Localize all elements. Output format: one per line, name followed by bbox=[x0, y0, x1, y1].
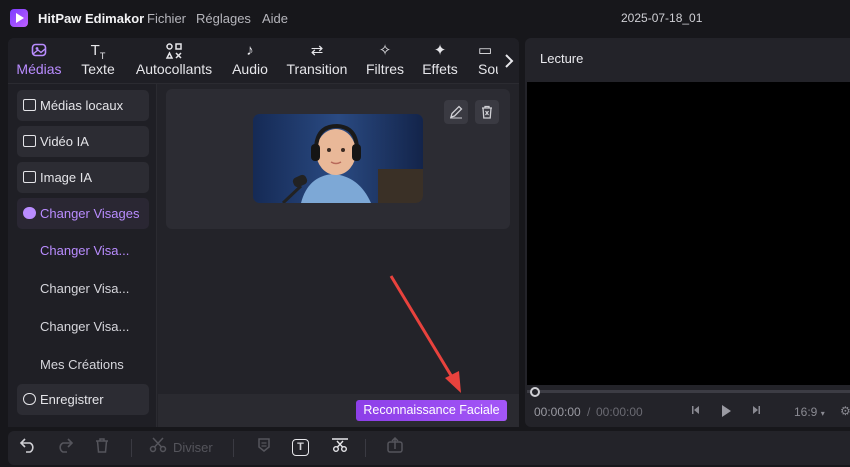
toolbar-divider bbox=[233, 439, 234, 457]
scrubber-handle[interactable] bbox=[530, 387, 540, 397]
sidebar-item-label: Enregistrer bbox=[40, 392, 104, 407]
redo-icon[interactable] bbox=[56, 437, 74, 458]
record-icon bbox=[23, 393, 36, 405]
sidebar-item-enregistrer[interactable]: Enregistrer bbox=[17, 384, 149, 415]
title-bar: HitPaw Edimakor Fichier Réglages Aide 20… bbox=[0, 0, 850, 36]
sidebar-subitem-mes-creations[interactable]: Mes Créations bbox=[40, 357, 124, 372]
stickers-icon bbox=[132, 38, 216, 60]
tab-effets[interactable]: ✦ Effets bbox=[418, 38, 462, 83]
timeline-toolbar bbox=[8, 431, 850, 465]
current-time: 00:00:00 bbox=[534, 405, 581, 419]
previous-frame-icon[interactable] bbox=[690, 404, 702, 419]
filters-icon: ✧ bbox=[378, 42, 392, 59]
time-separator: / bbox=[587, 405, 591, 419]
settings-icon[interactable]: ⚙ bbox=[840, 404, 850, 418]
chevron-right-icon[interactable] bbox=[498, 38, 519, 83]
annotation-arrow bbox=[389, 275, 461, 393]
toolbar-divider bbox=[131, 439, 132, 457]
tab-texte[interactable]: TT Texte bbox=[80, 38, 116, 83]
sidebar-item-medias-locaux[interactable]: Médias locaux bbox=[17, 90, 149, 121]
menu-reglages[interactable]: Réglages bbox=[196, 11, 251, 26]
chevron-down-icon: ▾ bbox=[820, 409, 825, 418]
tab-audio[interactable]: ♪ Audio bbox=[230, 38, 270, 83]
menu-aide[interactable]: Aide bbox=[262, 11, 288, 26]
subtitle-shield-icon[interactable] bbox=[256, 437, 272, 458]
app-name: HitPaw Edimakor bbox=[38, 11, 145, 26]
playback-scrubber[interactable] bbox=[527, 390, 850, 393]
video-preview[interactable] bbox=[527, 82, 850, 385]
text-icon: TT bbox=[90, 42, 106, 61]
tab-filtres[interactable]: ✧ Filtres bbox=[360, 38, 410, 83]
export-box-icon[interactable] bbox=[386, 436, 404, 458]
undo-icon[interactable] bbox=[19, 437, 37, 458]
edit-icon[interactable] bbox=[444, 100, 468, 124]
play-icon[interactable] bbox=[720, 404, 732, 421]
preview-title: Lecture bbox=[540, 51, 584, 66]
tab-label: Texte bbox=[81, 61, 115, 77]
face-recognition-button[interactable]: Reconnaissance Faciale bbox=[356, 400, 507, 421]
face-swap-icon bbox=[23, 207, 36, 219]
tab-medias[interactable]: Médias bbox=[8, 38, 70, 83]
aspect-ratio-select[interactable]: 16:9 ▾ bbox=[794, 405, 825, 419]
audio-icon: ♪ bbox=[246, 42, 254, 59]
transition-icon: ⇄ bbox=[310, 42, 324, 59]
media-thumbnail[interactable] bbox=[253, 114, 423, 203]
tab-label: Audio bbox=[232, 61, 268, 77]
sidebar-subitem-changer-visa-3[interactable]: Changer Visa... bbox=[40, 319, 129, 334]
category-tabs: Médias TT Texte Autocollants ♪ Audio ⇄ T… bbox=[8, 38, 519, 84]
tab-label: Effets bbox=[422, 61, 458, 77]
tab-label: Autocollants bbox=[135, 61, 213, 77]
scissors-icon[interactable] bbox=[149, 437, 167, 458]
total-time: 00:00:00 bbox=[596, 405, 643, 419]
text-box-icon[interactable]: T bbox=[292, 437, 309, 456]
sidebar-item-changer-visages[interactable]: Changer Visages bbox=[17, 198, 149, 229]
sidebar-subitem-changer-visa-2[interactable]: Changer Visa... bbox=[40, 281, 129, 296]
tab-autocollants[interactable]: Autocollants bbox=[132, 38, 216, 83]
trash-icon[interactable] bbox=[94, 437, 110, 458]
ai-video-icon bbox=[23, 135, 36, 147]
split-button-label[interactable]: Diviser bbox=[173, 440, 213, 455]
effects-icon: ✦ bbox=[433, 42, 447, 59]
folder-icon bbox=[23, 99, 36, 111]
sidebar-item-image-ia[interactable]: Image IA bbox=[17, 162, 149, 193]
sidebar-item-label: Médias locaux bbox=[40, 98, 124, 113]
tab-label: Transition bbox=[286, 61, 348, 77]
sidebar-subitem-changer-visa-1[interactable]: Changer Visa... bbox=[40, 243, 129, 258]
tab-transition[interactable]: ⇄ Transition bbox=[280, 38, 354, 83]
toolbar-divider bbox=[365, 439, 366, 457]
sidebar: Médias locaux Vidéo IA Image IA Changer … bbox=[8, 84, 157, 427]
project-name: 2025-07-18_01 bbox=[621, 11, 703, 25]
sidebar-item-video-ia[interactable]: Vidéo IA bbox=[17, 126, 149, 157]
menu-fichier[interactable]: Fichier bbox=[147, 11, 186, 26]
sidebar-item-label: Changer Visages bbox=[40, 206, 140, 221]
crop-split-icon[interactable] bbox=[331, 437, 349, 458]
delete-icon[interactable] bbox=[475, 100, 499, 124]
tab-label: Filtres bbox=[365, 61, 405, 77]
media-icon bbox=[8, 38, 70, 60]
sidebar-item-label: Vidéo IA bbox=[40, 134, 89, 149]
ai-image-icon bbox=[23, 171, 36, 183]
app-logo-icon bbox=[10, 9, 28, 27]
next-frame-icon[interactable] bbox=[750, 404, 762, 419]
sidebar-item-label: Image IA bbox=[40, 170, 93, 185]
aspect-ratio-value: 16:9 bbox=[794, 405, 818, 419]
tab-label: Médias bbox=[16, 61, 62, 77]
